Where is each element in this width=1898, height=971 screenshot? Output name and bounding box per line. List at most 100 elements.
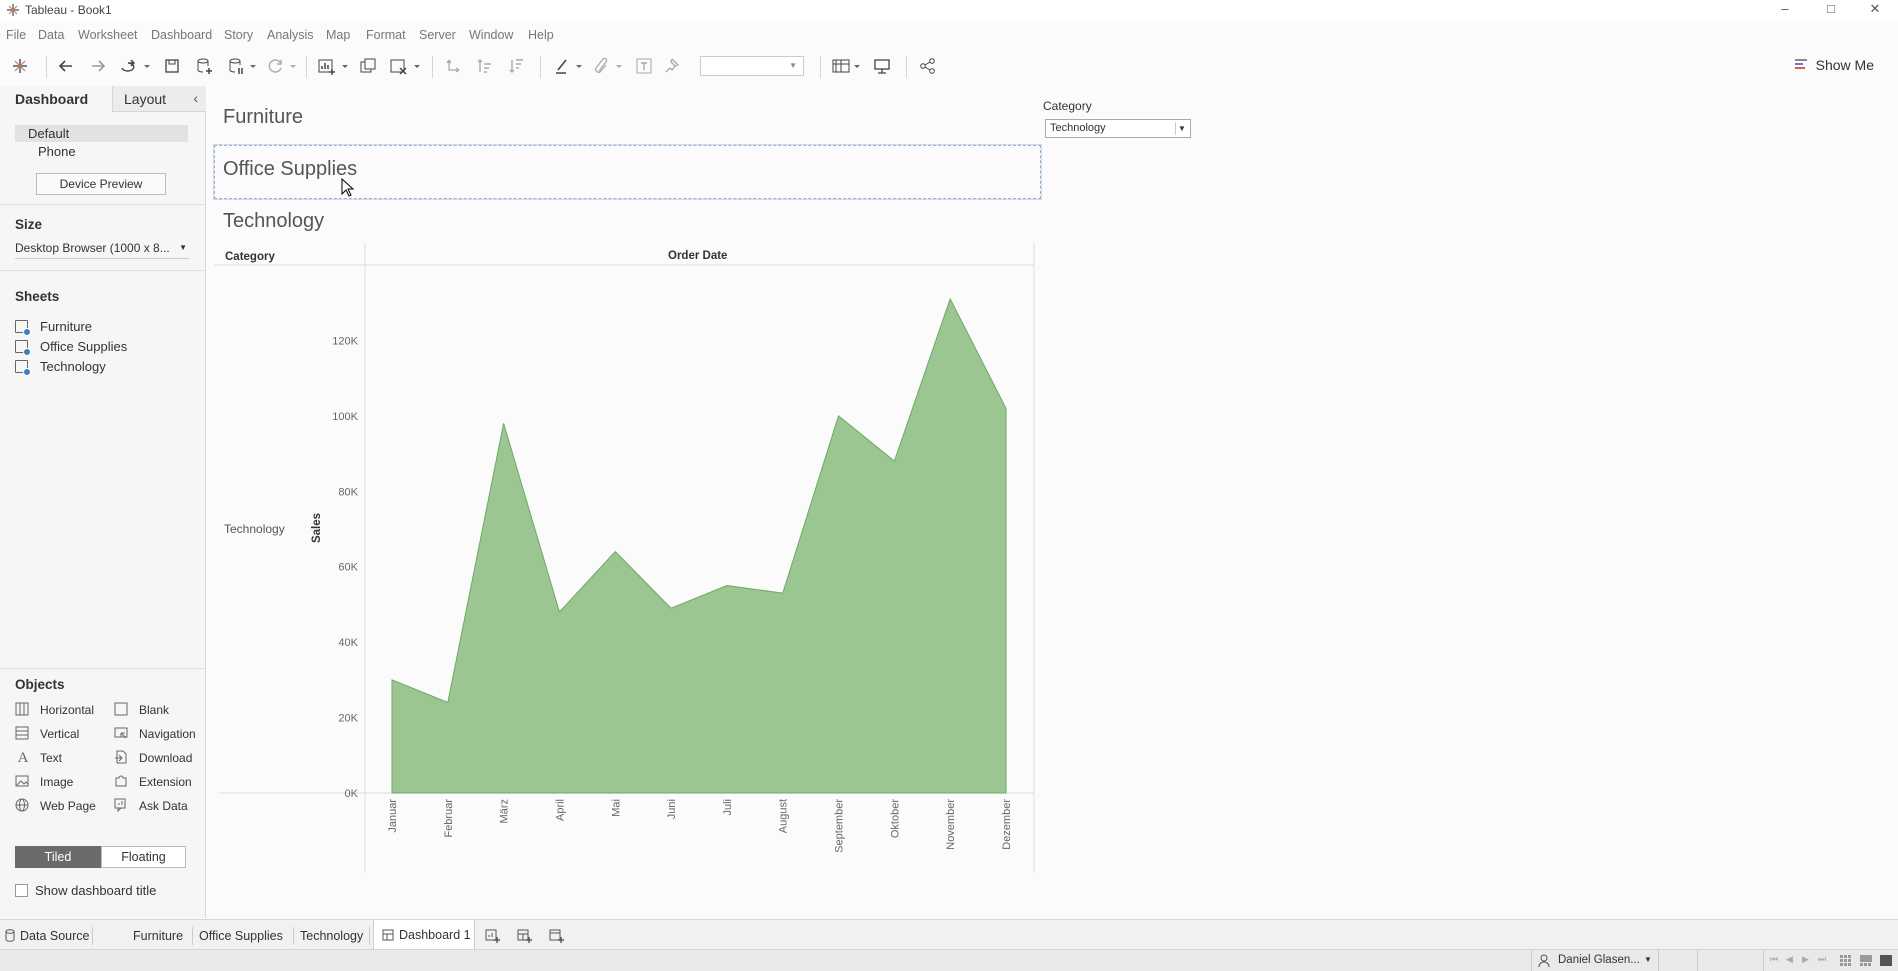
chevron-down-icon[interactable]: ▼ bbox=[1644, 955, 1652, 964]
show-sheet-sorter-icon[interactable] bbox=[1840, 955, 1852, 966]
sort-descending-icon[interactable] bbox=[508, 56, 528, 76]
undo-icon[interactable] bbox=[56, 56, 76, 76]
new-dashboard-tab-icon[interactable] bbox=[517, 928, 533, 944]
size-dropdown[interactable]: Desktop Browser (1000 x 8... ▼ bbox=[15, 241, 189, 259]
show-mark-labels-icon[interactable] bbox=[634, 56, 654, 76]
swap-rows-columns-icon[interactable] bbox=[444, 56, 464, 76]
data-point[interactable] bbox=[948, 297, 952, 301]
office-supplies-zone-title: Office Supplies bbox=[223, 158, 358, 180]
menu-server[interactable]: Server bbox=[419, 28, 456, 42]
first-page-icon[interactable]: ⏮ bbox=[1770, 954, 1778, 965]
worksheet-icon bbox=[15, 320, 31, 336]
sales-area[interactable] bbox=[391, 297, 1007, 794]
prev-page-icon[interactable]: ◀ bbox=[1786, 954, 1793, 965]
maximize-button[interactable]: □ bbox=[1808, 0, 1854, 20]
menu-dashboard[interactable]: Dashboard bbox=[151, 28, 212, 42]
technology-area-chart[interactable]: Category Order Date Technology Sales 0K 2… bbox=[214, 243, 1039, 875]
sort-ascending-icon[interactable] bbox=[476, 56, 496, 76]
data-point[interactable] bbox=[837, 414, 841, 418]
horizontal-icon bbox=[15, 702, 29, 716]
new-data-source-icon[interactable] bbox=[194, 56, 214, 76]
furniture-zone-title[interactable]: Furniture bbox=[223, 106, 303, 129]
device-preview-button[interactable]: Device Preview bbox=[36, 173, 166, 195]
new-worksheet-tab-icon[interactable] bbox=[485, 928, 501, 944]
floating-button[interactable]: Floating bbox=[101, 846, 186, 868]
fit-dropdown[interactable]: ▼ bbox=[700, 56, 804, 76]
office-supplies-zone[interactable]: Office Supplies bbox=[213, 144, 1042, 200]
data-point[interactable] bbox=[557, 610, 561, 614]
collapse-panel-icon[interactable]: ‹ bbox=[193, 85, 198, 111]
clear-sheet-icon[interactable] bbox=[388, 56, 422, 76]
presentation-mode-icon[interactable] bbox=[872, 56, 892, 76]
tab-data-source[interactable]: Data Source bbox=[5, 927, 93, 945]
save-icon[interactable] bbox=[162, 56, 182, 76]
minimize-button[interactable]: – bbox=[1762, 0, 1808, 20]
worksheet-icon bbox=[15, 360, 31, 376]
checkbox-icon bbox=[15, 884, 28, 897]
category-filter-value: Technology bbox=[1050, 122, 1106, 134]
tab-dashboard[interactable]: Dashboard bbox=[0, 86, 112, 112]
x-tick-label: Oktober bbox=[889, 799, 901, 838]
tab-layout-label: Layout bbox=[124, 91, 167, 107]
new-worksheet-icon[interactable] bbox=[316, 56, 350, 76]
tableau-logo-icon bbox=[7, 4, 19, 16]
data-point[interactable] bbox=[1004, 406, 1008, 410]
new-story-tab-icon[interactable] bbox=[549, 928, 565, 944]
next-page-icon[interactable]: ▶ bbox=[1802, 954, 1809, 965]
column-header: Order Date bbox=[668, 250, 727, 262]
size-heading: Size bbox=[15, 217, 43, 232]
menu-help[interactable]: Help bbox=[528, 28, 554, 42]
pause-updates-icon[interactable] bbox=[226, 56, 260, 76]
close-window-button[interactable]: ✕ bbox=[1852, 0, 1898, 20]
tab-furniture[interactable]: Furniture bbox=[93, 927, 193, 945]
duplicate-sheet-icon[interactable] bbox=[358, 56, 378, 76]
y-tick-label: 40K bbox=[338, 637, 358, 649]
data-point[interactable] bbox=[446, 700, 450, 704]
data-point[interactable] bbox=[669, 606, 673, 610]
data-point[interactable] bbox=[725, 584, 729, 588]
share-icon[interactable] bbox=[918, 56, 938, 76]
device-phone[interactable]: Phone bbox=[38, 144, 76, 159]
menu-worksheet[interactable]: Worksheet bbox=[78, 28, 138, 42]
menu-file[interactable]: File bbox=[6, 28, 26, 42]
category-filter-dropdown[interactable]: Technology ▼ bbox=[1045, 119, 1191, 138]
last-page-icon[interactable]: ⏭ bbox=[1818, 954, 1826, 965]
tableau-start-icon[interactable] bbox=[10, 56, 30, 76]
web-page-icon bbox=[15, 798, 29, 812]
menu-data[interactable]: Data bbox=[38, 28, 64, 42]
show-cards-icon[interactable] bbox=[830, 56, 864, 76]
technology-zone-title[interactable]: Technology bbox=[223, 210, 324, 233]
device-default[interactable]: Default bbox=[15, 125, 188, 142]
tab-label: Technology bbox=[300, 929, 364, 943]
group-members-icon[interactable] bbox=[592, 56, 626, 76]
object-label: Horizontal bbox=[40, 703, 95, 717]
data-point[interactable] bbox=[390, 678, 394, 682]
x-tick-label: Juni bbox=[666, 799, 678, 819]
menu-format[interactable]: Format bbox=[366, 28, 406, 42]
user-menu[interactable]: Daniel Glasen... bbox=[1558, 954, 1640, 966]
replay-animation-icon[interactable] bbox=[118, 56, 152, 76]
data-point[interactable] bbox=[781, 591, 785, 595]
menu-analysis[interactable]: Analysis bbox=[267, 28, 314, 42]
menu-map[interactable]: Map bbox=[326, 28, 350, 42]
menu-story[interactable]: Story bbox=[224, 28, 253, 42]
fix-axes-icon[interactable] bbox=[664, 56, 684, 76]
tab-office-supplies[interactable]: Office Supplies bbox=[193, 927, 294, 945]
data-point[interactable] bbox=[502, 421, 506, 425]
highlight-icon[interactable] bbox=[552, 56, 586, 76]
data-point[interactable] bbox=[892, 459, 896, 463]
show-filmstrip-icon[interactable] bbox=[1860, 955, 1872, 966]
show-tabs-icon[interactable] bbox=[1880, 955, 1892, 966]
ask-data-icon bbox=[114, 798, 126, 812]
tab-dashboard-1[interactable]: Dashboard 1 bbox=[373, 920, 475, 949]
tab-layout[interactable]: Layout ‹ bbox=[112, 86, 206, 112]
menu-window[interactable]: Window bbox=[469, 28, 513, 42]
redo-icon[interactable] bbox=[88, 56, 108, 76]
tiled-button[interactable]: Tiled bbox=[15, 846, 101, 868]
data-point[interactable] bbox=[613, 550, 617, 554]
device-preview-label: Device Preview bbox=[59, 177, 143, 191]
download-icon bbox=[115, 750, 127, 764]
tab-technology[interactable]: Technology bbox=[294, 927, 370, 945]
refresh-icon[interactable] bbox=[266, 56, 300, 76]
show-me-button[interactable]: Show Me bbox=[1794, 57, 1874, 73]
